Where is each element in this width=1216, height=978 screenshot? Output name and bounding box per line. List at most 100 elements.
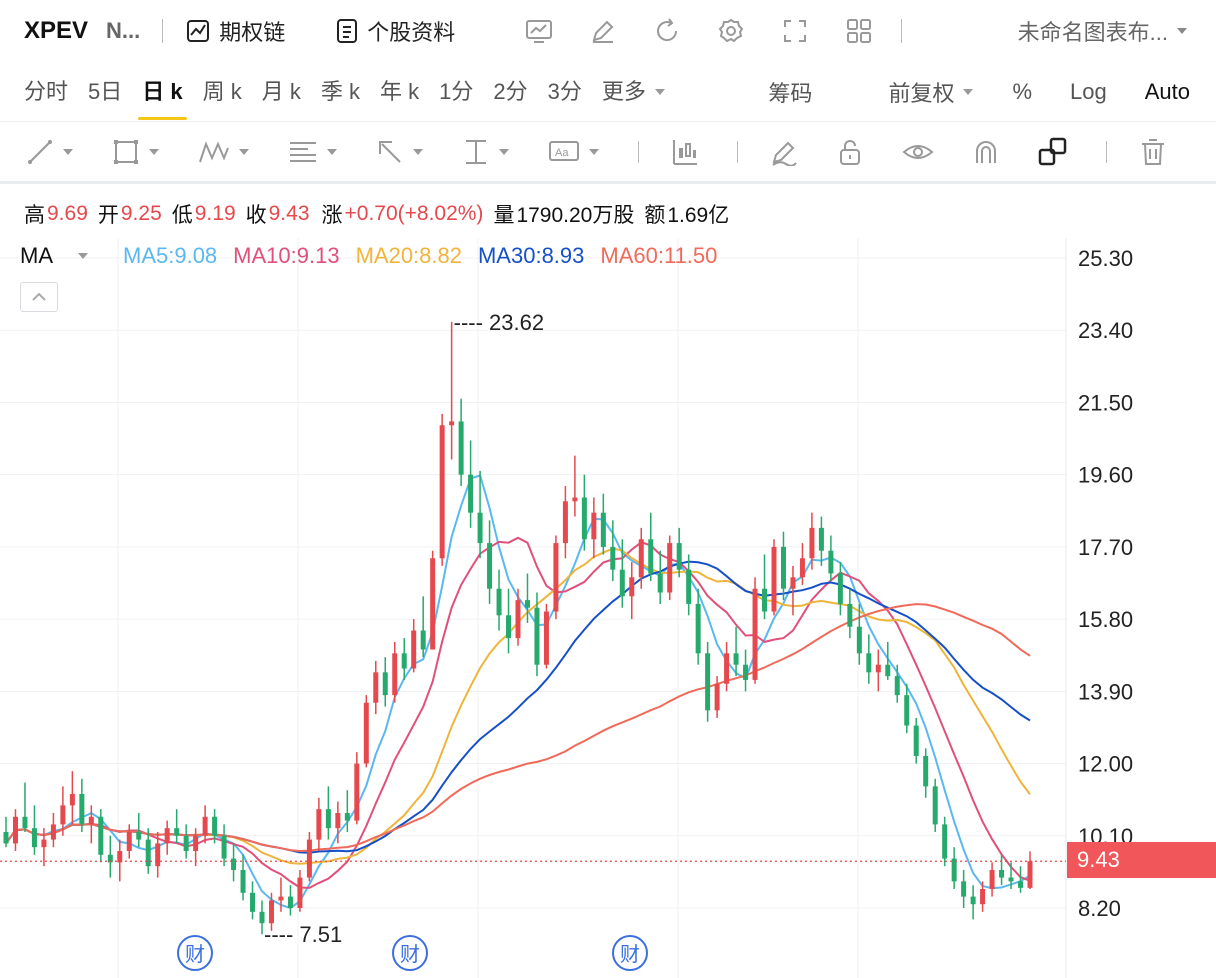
header-icon-group	[507, 17, 891, 45]
adjust-select[interactable]: 前复权	[850, 76, 974, 108]
refresh-button[interactable]	[635, 17, 699, 45]
candle	[325, 786, 331, 840]
earnings-marker[interactable]: 财	[177, 935, 213, 971]
text-tool[interactable]: Aa	[548, 138, 600, 166]
rectangle-tool[interactable]	[112, 138, 160, 166]
fullscreen-icon	[784, 20, 807, 42]
candle-body	[287, 896, 293, 908]
candle	[866, 634, 872, 684]
timeframe-1min[interactable]: 1分	[439, 62, 473, 122]
candle	[695, 588, 701, 665]
candle-body	[951, 858, 957, 882]
candle	[999, 854, 1005, 886]
timeframe-3min[interactable]: 3分	[548, 62, 582, 122]
stock-profile-button[interactable]: 个股资料	[335, 15, 455, 47]
candle	[316, 797, 322, 851]
edit-button[interactable]	[571, 18, 635, 44]
candle-body	[69, 793, 75, 806]
candle-body	[136, 831, 142, 840]
timeframe-intraday[interactable]: 分时	[24, 62, 68, 122]
magnet-tool[interactable]	[972, 138, 1000, 166]
timeframe-more-label: 更多	[601, 78, 646, 104]
candle	[923, 748, 929, 798]
high-value: 9.69	[47, 202, 88, 225]
grid-layout-button[interactable]	[827, 18, 891, 44]
price-tick-label: 17.70	[1078, 535, 1133, 560]
candle-body	[316, 809, 322, 840]
candle	[354, 752, 360, 825]
candle	[439, 413, 445, 566]
earnings-marker-label: 财	[400, 942, 420, 966]
fullscreen-button[interactable]	[763, 18, 827, 44]
candle-body	[771, 546, 777, 612]
candle	[543, 603, 549, 669]
candle	[107, 835, 113, 878]
candle	[22, 782, 28, 832]
candle	[989, 862, 995, 897]
timeframe-quarterly[interactable]: 季 k	[321, 62, 360, 122]
settings-button[interactable]	[699, 17, 763, 45]
log-button[interactable]: Log	[1070, 79, 1107, 105]
timeframe-more[interactable]: 更多	[602, 62, 666, 122]
ma-select[interactable]: MA	[20, 243, 89, 269]
brush-tool[interactable]	[770, 138, 798, 166]
candle-body	[799, 558, 805, 578]
measure-tool[interactable]	[462, 138, 510, 166]
candle-body	[278, 896, 284, 901]
low-value: 9.19	[194, 202, 236, 225]
candle	[961, 869, 967, 908]
auto-button[interactable]: Auto	[1145, 79, 1190, 105]
timeframe-2min[interactable]: 2分	[493, 62, 527, 122]
ma5-value: MA5:9.08	[123, 243, 218, 268]
chart-template-button[interactable]	[507, 18, 571, 44]
candle-body	[202, 816, 208, 836]
lock-tool[interactable]	[836, 138, 864, 166]
ma-legend: MA MA5:9.08 MA10:9.13 MA20:8.82 MA30:8.9…	[0, 240, 1216, 272]
price-tick-label: 23.40	[1078, 318, 1133, 343]
candle	[837, 562, 843, 616]
stock-short-name[interactable]: N...	[106, 18, 140, 44]
open-label: 开	[97, 204, 119, 227]
candle-body	[923, 755, 929, 787]
caret-down-icon	[589, 148, 599, 155]
chips-button[interactable]: 筹码	[768, 76, 812, 108]
candle-body	[183, 835, 189, 851]
timeframe-yearly[interactable]: 年 k	[380, 62, 419, 122]
price-axis[interactable]: 25.3023.4021.5019.6017.7015.8013.9012.00…	[1078, 246, 1133, 921]
candle	[686, 554, 692, 616]
timeframe-daily[interactable]: 日 k	[138, 62, 188, 122]
link-tool[interactable]	[1038, 137, 1068, 167]
fib-tool[interactable]	[288, 138, 338, 166]
indicator-tool[interactable]	[671, 138, 699, 166]
candle-body	[762, 588, 768, 612]
candle	[942, 816, 948, 867]
layout-select[interactable]: 未命名图表布...	[1018, 15, 1216, 47]
pattern-tool[interactable]	[198, 138, 250, 166]
arrow-tool[interactable]	[376, 138, 424, 166]
ticker-symbol[interactable]: XPEV	[24, 17, 88, 45]
collapse-legend-button[interactable]	[20, 282, 58, 312]
timeframe-monthly[interactable]: 月 k	[262, 62, 301, 122]
indicator-icon	[673, 139, 697, 165]
option-chain-button[interactable]: 期权链	[185, 15, 285, 47]
max-price-label: ---- 23.62	[454, 310, 544, 335]
candlestick-chart[interactable]: ---- 23.62---- 7.51财财财 25.3023.4021.5019…	[0, 238, 1216, 978]
earnings-marker[interactable]: 财	[612, 935, 648, 971]
candle-body	[705, 653, 711, 711]
earnings-marker[interactable]: 财	[392, 935, 428, 971]
candle	[382, 657, 388, 707]
divider	[638, 140, 639, 163]
delete-tool[interactable]	[1139, 138, 1167, 166]
timeframe-5day[interactable]: 5日	[88, 62, 122, 122]
price-tick-label: 19.60	[1078, 463, 1133, 488]
timeframe-weekly[interactable]: 周 k	[203, 62, 242, 122]
candle	[581, 474, 587, 551]
percent-button[interactable]: %	[1012, 79, 1032, 105]
option-chain-label: 期权链	[219, 20, 286, 45]
candle-body	[970, 896, 976, 905]
candle-body	[1027, 861, 1033, 888]
price-tick-label: 13.90	[1078, 679, 1133, 704]
visibility-tool[interactable]	[902, 138, 934, 166]
trend-line-tool[interactable]	[26, 138, 74, 166]
candle-body	[354, 763, 360, 821]
